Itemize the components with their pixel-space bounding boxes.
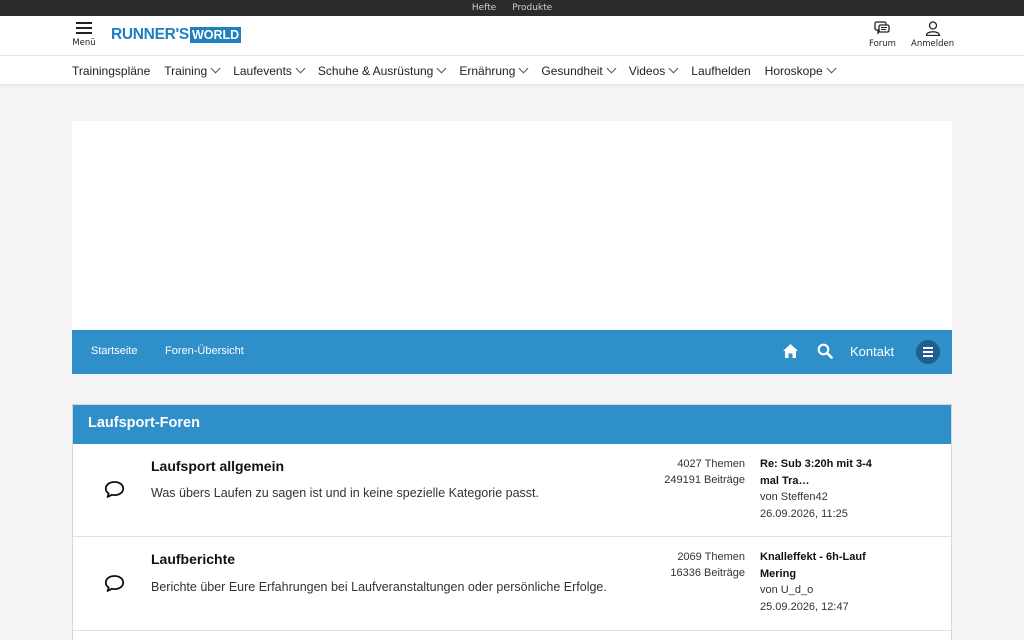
search-icon[interactable]	[817, 343, 833, 359]
forum-description: Berichte über Eure Erfahrungen bei Laufv…	[151, 580, 607, 594]
nav-item-horoskope[interactable]: Horoskope	[765, 63, 837, 78]
forum-row: Laufberichte Berichte über Eure Erfahrun…	[73, 537, 951, 631]
nav-item-videos[interactable]: Videos	[629, 63, 679, 78]
forum-posts-count: 16336 Beiträge	[670, 567, 745, 579]
hamburger-icon	[76, 22, 92, 34]
user-icon	[925, 21, 940, 36]
forum-title-link[interactable]: Laufsport allgemein	[151, 458, 284, 474]
ad-placeholder	[72, 121, 952, 330]
menu-button[interactable]: Menü	[72, 20, 96, 52]
forum-stats: 2069 Themen 16336 Beiträge	[670, 549, 745, 581]
login-label: Anmelden	[911, 39, 955, 49]
home-icon[interactable]	[782, 343, 799, 359]
nav-item-trainingsplaene[interactable]: Trainingspläne	[72, 64, 150, 78]
breadcrumb-foren-uebersicht[interactable]: Foren-Übersicht	[165, 345, 244, 357]
contact-link[interactable]: Kontakt	[850, 344, 894, 359]
nav-item-ernaehrung[interactable]: Ernährung	[459, 63, 529, 78]
nav-item-laufevents[interactable]: Laufevents	[233, 63, 306, 78]
forum-header-button[interactable]: Forum	[869, 21, 896, 49]
menu-label: Menü	[72, 38, 96, 48]
main-navigation: Trainingspläne Training Laufevents Schuh…	[0, 56, 1024, 85]
chat-bubble-icon	[104, 575, 125, 592]
chevron-down-icon	[518, 63, 529, 74]
category-header: Laufsport-Foren	[73, 405, 951, 444]
chat-icon	[874, 21, 891, 35]
site-logo[interactable]: RUNNER'S WORLD	[111, 26, 242, 44]
last-post-title-link[interactable]: Knalleffekt - 6h-Lauf Mering	[760, 549, 890, 582]
topbar-link-produkte[interactable]: Produkte	[512, 3, 552, 13]
nav-item-gesundheit[interactable]: Gesundheit	[541, 63, 617, 78]
top-utility-bar: Hefte Produkte	[0, 0, 1024, 16]
breadcrumb-startseite[interactable]: Startseite	[91, 345, 137, 357]
chevron-down-icon	[668, 63, 679, 74]
forum-navbar: Startseite Foren-Übersicht Kontakt	[72, 330, 952, 374]
chevron-down-icon	[295, 63, 306, 74]
forum-row: Laufsport allgemein Was übers Laufen zu …	[73, 444, 951, 537]
forum-category: Laufsport-Foren Laufsport allgemein Was …	[72, 404, 952, 640]
last-post-title-link[interactable]: Re: Sub 3:20h mit 3-4 mal Tra…	[760, 456, 890, 489]
last-post-author[interactable]: von U_d_o	[760, 582, 890, 599]
nav-item-schuhe[interactable]: Schuhe & Ausrüstung	[318, 63, 447, 78]
forum-title-link[interactable]: Laufberichte	[151, 551, 235, 567]
forum-topics-count: 2069 Themen	[677, 551, 745, 563]
forum-posts-count: 249191 Beiträge	[664, 474, 745, 486]
category-title[interactable]: Laufsport-Foren	[88, 415, 200, 431]
last-post-date: 26.09.2026, 11:25	[760, 507, 848, 520]
site-header: Menü RUNNER'S WORLD Forum Anmelden	[0, 16, 1024, 56]
chevron-down-icon	[826, 63, 837, 74]
chevron-down-icon	[436, 63, 447, 74]
nav-item-laufhelden[interactable]: Laufhelden	[691, 64, 750, 78]
forum-description: Was übers Laufen zu sagen ist und in kei…	[151, 486, 539, 500]
login-button[interactable]: Anmelden	[911, 21, 954, 49]
chevron-down-icon	[606, 63, 617, 74]
forum-header-label: Forum	[869, 39, 896, 49]
last-post-author[interactable]: von Steffen42	[760, 489, 890, 506]
last-post-date: 25.09.2026, 12:47	[760, 600, 849, 613]
forum-stats: 4027 Themen 249191 Beiträge	[664, 456, 745, 488]
nav-item-training[interactable]: Training	[164, 63, 221, 78]
last-post-info: Knalleffekt - 6h-Lauf Mering von U_d_o 2…	[760, 549, 890, 615]
chat-bubble-icon	[104, 481, 125, 498]
last-post-info: Re: Sub 3:20h mit 3-4 mal Tra… von Steff…	[760, 456, 890, 522]
topbar-link-hefte[interactable]: Hefte	[472, 3, 496, 13]
forum-menu-button[interactable]	[916, 340, 940, 364]
forum-topics-count: 4027 Themen	[677, 458, 745, 470]
chevron-down-icon	[210, 63, 221, 74]
